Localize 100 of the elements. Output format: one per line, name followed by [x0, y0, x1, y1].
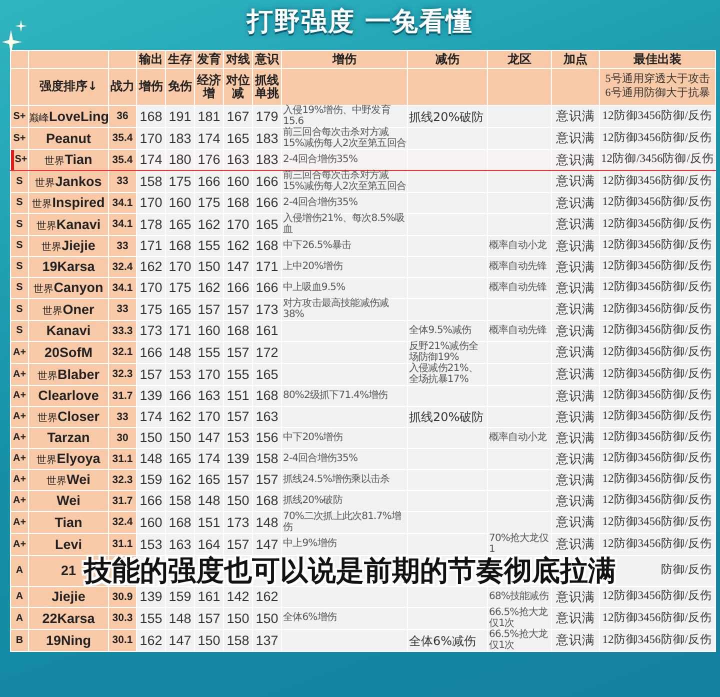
column-header: 对位减 — [224, 68, 252, 106]
power-value: 34.1 — [108, 278, 136, 298]
stat-value: 172 — [252, 342, 282, 364]
stat-value: 150 — [194, 256, 224, 278]
sparkle-icon — [2, 20, 28, 54]
stat-value: 162 — [252, 586, 282, 608]
stat-value: 139 — [136, 586, 166, 608]
column-header: 减伤 — [408, 50, 488, 68]
stat-value: 156 — [252, 428, 282, 448]
power-value: 30.1 — [108, 630, 136, 652]
column-header: 生存 — [166, 50, 194, 68]
video-subtitle: 技能的强度也可以说是前期的节奏彻底拉满 — [84, 555, 616, 587]
player-name: Wei — [28, 490, 108, 512]
points-text: 意识满 — [552, 608, 600, 630]
points-text: 意识满 — [552, 364, 600, 386]
power-value: 33 — [108, 236, 136, 256]
damage-bonus-text: 中上9%增伤 — [282, 534, 408, 556]
stat-value: 170 — [194, 406, 224, 428]
points-text: 意识满 — [552, 150, 600, 170]
stat-value: 168 — [166, 236, 194, 256]
column-header: 加点 — [552, 50, 600, 68]
stat-value: 163 — [224, 150, 252, 170]
damage-bonus-text: 前三回合每次击杀对方减15%减伤每人2次至第五回合 — [282, 128, 408, 150]
stat-value: 166 — [252, 278, 282, 298]
points-text: 意识满 — [552, 278, 600, 298]
stat-value: 165 — [252, 364, 282, 386]
player-name: Kanavi — [28, 320, 108, 342]
stat-value: 163 — [194, 386, 224, 406]
damage-bonus-text: 2-4回合增伤35% — [282, 192, 408, 214]
damage-bonus-text: 全体6%增伤 — [282, 608, 408, 630]
power-value: 33 — [108, 170, 136, 192]
damage-bonus-text: 80%2级抓下71.4%增伤 — [282, 386, 408, 406]
stat-value: 147 — [166, 630, 194, 652]
power-value: 31.7 — [108, 490, 136, 512]
stat-value: 183 — [252, 150, 282, 170]
stat-value: 159 — [136, 470, 166, 490]
stat-value: 165 — [166, 298, 194, 320]
points-text: 意识满 — [552, 128, 600, 150]
stat-value: 142 — [224, 586, 252, 608]
player-name: Tarzan — [28, 428, 108, 448]
power-value: 31.7 — [108, 386, 136, 406]
stat-value: 157 — [194, 608, 224, 630]
build-text: 12防御3456防御/反伤 — [600, 214, 716, 236]
stat-value: 170 — [224, 214, 252, 236]
tier-label: A+ — [10, 342, 28, 364]
stat-value: 168 — [252, 386, 282, 406]
stat-value: 150 — [194, 630, 224, 652]
stat-value: 168 — [252, 236, 282, 256]
build-text: 12防御3456防御/反伤 — [600, 406, 716, 428]
damage-bonus-text: 上中20%增伤 — [282, 256, 408, 278]
damage-reduction-text: 抓线20%破防 — [408, 106, 488, 128]
power-value: 36 — [108, 106, 136, 128]
points-text: 意识满 — [552, 490, 600, 512]
player-name: 19Karsa — [28, 256, 108, 278]
stat-value: 173 — [252, 298, 282, 320]
power-value: 31.1 — [108, 534, 136, 556]
build-text: 12防御3456防御/反伤 — [600, 428, 716, 448]
player-name: 20SofM — [28, 342, 108, 364]
points-text: 意识满 — [552, 406, 600, 428]
tier-label: A+ — [10, 406, 28, 428]
tier-label: A+ — [10, 470, 28, 490]
player-name: 19Ning — [28, 630, 108, 652]
tier-label: S+ — [10, 128, 28, 150]
tier-label: S — [10, 192, 28, 214]
power-value: 32.3 — [108, 470, 136, 490]
stat-value: 163 — [166, 534, 194, 556]
damage-reduction-text: 抓线20%破防 — [408, 406, 488, 428]
dragon-text: 概率自动先锋 — [488, 278, 552, 298]
player-name: 世界Closer — [28, 406, 108, 428]
player-name: 世界Canyon — [28, 278, 108, 298]
tier-label: S — [10, 278, 28, 298]
column-header: 战力 — [108, 68, 136, 106]
stat-value: 159 — [166, 586, 194, 608]
points-text: 意识满 — [552, 386, 600, 406]
stat-value: 157 — [136, 364, 166, 386]
stat-value: 170 — [136, 192, 166, 214]
power-value: 33.3 — [108, 320, 136, 342]
power-value: 35.4 — [108, 128, 136, 150]
tier-label: S — [10, 256, 28, 278]
stat-value: 147 — [194, 428, 224, 448]
stat-value: 174 — [194, 128, 224, 150]
tier-label: A+ — [10, 448, 28, 470]
power-value: 33 — [108, 406, 136, 428]
build-text: 12防御3456防御/反伤 — [600, 364, 716, 386]
damage-bonus-text: 中下26.5%暴击 — [282, 236, 408, 256]
stat-value: 175 — [166, 278, 194, 298]
tier-label: A+ — [10, 512, 28, 534]
stat-value: 150 — [224, 490, 252, 512]
tier-label: A — [10, 586, 28, 608]
dragon-text: 概率自动先锋 — [488, 320, 552, 342]
player-name: 世界Kanavi — [28, 214, 108, 236]
stat-value: 148 — [136, 448, 166, 470]
stat-value: 155 — [194, 342, 224, 364]
stat-value: 166 — [166, 386, 194, 406]
stat-value: 162 — [194, 214, 224, 236]
player-name: 22Karsa — [28, 608, 108, 630]
stat-value: 148 — [166, 342, 194, 364]
page-title: 打野强度 一兔看懂 — [246, 6, 474, 38]
points-text: 意识满 — [552, 320, 600, 342]
points-text: 意识满 — [552, 448, 600, 470]
